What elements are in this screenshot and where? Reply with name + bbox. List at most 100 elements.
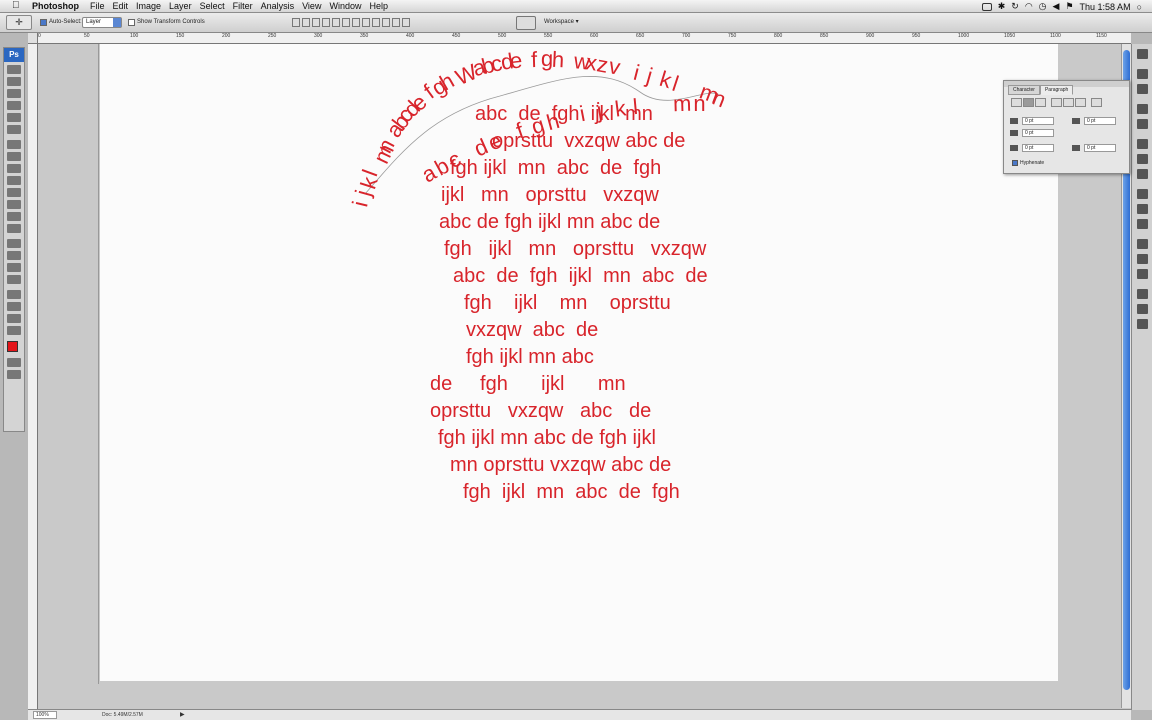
paths-icon[interactable] [1136,319,1148,329]
foreground-color-swatch[interactable] [7,341,18,352]
masks-icon[interactable] [1136,204,1148,214]
styles-icon[interactable] [1136,239,1148,249]
swatches-icon[interactable] [1136,254,1148,264]
photoshop-logo[interactable]: Ps [4,48,24,62]
distribute-hcenter-icon[interactable] [392,18,400,27]
justify-left-icon[interactable] [1051,98,1062,107]
document-canvas[interactable]: ijkl mn abcde fgh W abcde fgh wxzv ijkl … [100,44,1058,681]
align-hcenter-icon[interactable] [332,18,340,27]
dodge-tool-icon[interactable] [7,224,21,233]
indent-first-line-field[interactable]: 0 pt [1022,129,1054,137]
tool-presets-icon[interactable] [1136,139,1148,149]
hand-tool-icon[interactable] [7,314,21,323]
layers-icon[interactable] [1136,289,1148,299]
brushes-icon[interactable] [1136,104,1148,114]
color-icon[interactable] [1136,269,1148,279]
app-menu-photoshop[interactable]: Photoshop [32,1,79,11]
eraser-tool-icon[interactable] [7,188,21,197]
menu-image[interactable]: Image [136,1,169,11]
actions-icon[interactable] [1136,169,1148,179]
menu-file[interactable]: File [90,1,113,11]
align-top-icon[interactable] [292,18,300,27]
menu-help[interactable]: Help [369,1,396,11]
tab-paragraph[interactable]: Paragraph [1039,85,1074,95]
distribute-vcenter-icon[interactable] [362,18,370,27]
eyedropper-tool-icon[interactable] [7,125,21,134]
justify-all-icon[interactable] [1091,98,1102,107]
align-bottom-icon[interactable] [312,18,320,27]
crop-tool-icon[interactable] [7,113,21,122]
adjustments-icon[interactable] [1136,189,1148,199]
menu-edit[interactable]: Edit [113,1,137,11]
distribute-bottom-icon[interactable] [372,18,380,27]
channels-icon[interactable] [1136,304,1148,314]
time-machine-icon[interactable]: ◷ [1039,1,1047,12]
indent-right-field[interactable]: 0 pt [1084,117,1116,125]
character-panel-icon[interactable] [1136,69,1148,79]
flag-icon[interactable]: ⚑ [1065,1,1073,12]
zoom-tool-icon[interactable] [7,326,21,335]
align-vcenter-icon[interactable] [302,18,310,27]
clone-stamp-tool-icon[interactable] [7,164,21,173]
align-right-text-icon[interactable] [1035,98,1046,107]
menu-select[interactable]: Select [200,1,233,11]
histogram-icon[interactable] [1136,219,1148,229]
spotlight-icon[interactable]: ○ [1137,2,1142,12]
menu-analysis[interactable]: Analysis [261,1,303,11]
align-left-text-icon[interactable] [1011,98,1022,107]
bridge-icon[interactable] [516,16,536,30]
menu-window[interactable]: Window [329,1,369,11]
path-select-tool-icon[interactable] [7,263,21,272]
3d-orbit-tool-icon[interactable] [7,302,21,311]
transform-controls-checkbox[interactable] [128,19,135,26]
brush-tool-icon[interactable] [7,152,21,161]
workspace-menu[interactable]: Workspace ▾ [544,18,579,25]
paragraph-panel-icon[interactable] [1136,84,1148,94]
menubar-clock[interactable]: Thu 1:58 AM [1080,2,1131,12]
distribute-left-icon[interactable] [382,18,390,27]
tool-preset-picker[interactable]: ✛ [6,15,32,30]
auto-select-checkbox[interactable] [40,19,47,26]
history-brush-tool-icon[interactable] [7,176,21,185]
type-tool-icon[interactable] [7,251,21,260]
space-before-field[interactable]: 0 pt [1022,144,1054,152]
align-right-icon[interactable] [342,18,350,27]
hyphenate-checkbox[interactable] [1012,160,1018,166]
quick-select-tool-icon[interactable] [7,101,21,110]
indent-left-field[interactable]: 0 pt [1022,117,1054,125]
ruler-origin[interactable] [28,33,38,44]
quick-mask-icon[interactable] [7,358,21,367]
status-menu-arrow-icon[interactable]: ▶ [180,711,185,718]
distribute-top-icon[interactable] [352,18,360,27]
menu-view[interactable]: View [302,1,329,11]
navigator-icon[interactable] [1136,49,1148,59]
sync-icon[interactable]: ↻ [1011,1,1019,12]
blur-tool-icon[interactable] [7,212,21,221]
align-center-text-icon[interactable] [1023,98,1034,107]
auto-select-dropdown[interactable]: Layer [82,17,122,28]
tab-character[interactable]: Character [1008,85,1040,95]
healing-tool-icon[interactable] [7,140,21,149]
bluetooth-icon[interactable]: ✱ [998,1,1006,12]
clone-source-icon[interactable] [1136,119,1148,129]
justify-right-icon[interactable] [1075,98,1086,107]
lasso-tool-icon[interactable] [7,89,21,98]
space-after-field[interactable]: 0 pt [1084,144,1116,152]
layer-comps-icon[interactable] [1136,154,1148,164]
volume-icon[interactable]: ◀ [1053,1,1060,12]
apple-menu-icon[interactable]:  [12,0,20,11]
zoom-field[interactable]: 100% [33,711,57,719]
screen-mode-icon[interactable] [7,370,21,379]
3d-rotate-tool-icon[interactable] [7,290,21,299]
marquee-tool-icon[interactable] [7,77,21,86]
move-tool-icon[interactable] [7,65,21,74]
menu-filter[interactable]: Filter [233,1,261,11]
camera-icon[interactable] [981,2,992,11]
gradient-tool-icon[interactable] [7,200,21,209]
pen-tool-icon[interactable] [7,239,21,248]
distribute-right-icon[interactable] [402,18,410,27]
align-left-icon[interactable] [322,18,330,27]
shape-tool-icon[interactable] [7,275,21,284]
justify-center-icon[interactable] [1063,98,1074,107]
wifi-icon[interactable]: ◠ [1025,1,1033,12]
